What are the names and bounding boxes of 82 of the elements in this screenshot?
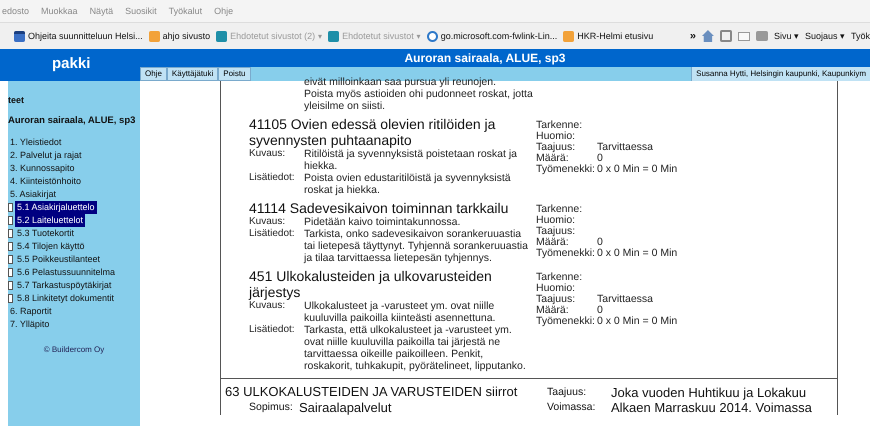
globe-icon xyxy=(426,30,438,42)
sidebar-item[interactable]: 1. Yleistiedot xyxy=(8,136,140,149)
field-label: Tarkenne: xyxy=(536,120,584,131)
sidebar-item[interactable]: 5.6 Pelastussuunnitelma xyxy=(15,266,118,279)
sidebar-item[interactable]: 5.3 Tuotekortit xyxy=(15,227,76,240)
sidebar-item[interactable]: 5.4 Tilojen käyttö xyxy=(15,240,87,253)
sidebar-item[interactable]: 6. Raportit xyxy=(8,305,140,318)
page-title: Auroran sairaala, ALUE, sp3 xyxy=(404,50,566,67)
field-value: Pidetään kaivo toimintakunnossa. xyxy=(304,216,462,228)
field-label: Voimassa: xyxy=(547,400,596,415)
field-value: Tarkista, onko sadevesikaivon sorankeruuastia tai lietepesä täyttynyt. Tyhjennä sorankeruuastia ja tilaa tarvittaessa lietepesän tyhjennys. xyxy=(304,228,529,264)
field-label: Tarkenne: xyxy=(536,204,584,215)
nav-button[interactable]: Poistu xyxy=(218,67,250,81)
task-title: 451 Ulkokalusteiden ja ulkovarusteiden järjestys xyxy=(249,268,493,300)
page-icon xyxy=(14,30,25,42)
sidebar-item[interactable]: 5.7 Tarkastuspöytäkirjat xyxy=(15,279,114,292)
field-label: Määrä: xyxy=(536,153,569,164)
field-value: Alkaen Marraskuu 2014. Voimassa xyxy=(611,400,812,415)
field-label: Kuvaus: xyxy=(249,148,286,161)
field-label: Työmenekki: xyxy=(536,316,596,327)
field-label: Kuvaus: xyxy=(249,300,286,313)
field-value: Tarvittaessa xyxy=(597,142,654,153)
sidebar-item[interactable]: 2. Palvelut ja rajat xyxy=(8,149,140,162)
field-value: Sairaalapalvelut xyxy=(299,400,392,415)
field-label: Työmenekki: xyxy=(536,248,596,259)
user-info: Susanna Hytti, Helsingin kaupunki, Kaupunkiym xyxy=(691,67,870,81)
field-label: Huomio: xyxy=(536,131,576,142)
toolbar-menu-button[interactable]: Työk xyxy=(850,31,870,41)
field-value: 0 x 0 Min = 0 Min xyxy=(597,316,678,327)
field-label: Määrä: xyxy=(536,237,569,248)
favorite-link[interactable]: HKR-Helmi etusivu xyxy=(563,30,654,42)
field-label: Tarkenne: xyxy=(536,272,584,283)
field-label: Taajuus: xyxy=(547,385,588,400)
field-label: Työmenekki: xyxy=(536,164,596,175)
favorite-link[interactable]: Ohjeita suunnitteluun Helsi... xyxy=(14,30,143,42)
field-label: Lisätiedot: xyxy=(249,228,296,241)
field-value: 0 xyxy=(597,237,603,248)
field-value: Ulkokalusteet ja -varusteet ym. ovat niille kuuluvilla paikoilla kiinteästi asennettuna. xyxy=(304,300,496,324)
sidebar-item[interactable]: 5.2 Laiteluettelot xyxy=(15,214,86,227)
field-label: Taajuus: xyxy=(536,226,576,237)
toolbar-menu-button[interactable]: Suojaus ▾ xyxy=(804,31,845,41)
site-name: Auroran sairaala, ALUE, sp3 xyxy=(8,115,136,126)
field-value: 0 x 0 Min = 0 Min xyxy=(597,248,678,259)
field-value: Ritilöistä ja syvennyksistä poistetaan roskat ja hiekka. xyxy=(304,148,518,172)
nav-button[interactable]: Ohje xyxy=(140,67,167,81)
sidebar-item[interactable]: 5.8 Linkitetyt dokumentit xyxy=(15,292,116,305)
field-label: Taajuus: xyxy=(536,294,576,305)
field-value: Joka vuoden Huhtikuu ja Lokakuu xyxy=(611,385,806,400)
description-text: eivät milloinkaan saa pursua yli reunojen. xyxy=(304,76,498,88)
field-label: Huomio: xyxy=(536,215,576,226)
home-icon[interactable] xyxy=(702,30,714,42)
sidebar-heading: teet xyxy=(8,95,26,105)
copyright: © Buildercom Oy xyxy=(42,345,106,354)
field-label: Kuvaus: xyxy=(249,216,286,228)
field-label: Määrä: xyxy=(536,305,569,316)
task-title: 41105 Ovien edessä olevien ritilöiden ja syvennysten puhtaanapito xyxy=(249,116,496,148)
section-title: 63 ULKOKALUSTEIDEN JA VARUSTEIDEN siirrot xyxy=(225,383,518,400)
field-value: Tarvittaessa xyxy=(597,294,654,305)
app-logo: pakki xyxy=(51,54,92,74)
favorite-link[interactable]: go.microsoft.com-fwlink-Lin... xyxy=(426,30,558,42)
sidebar-item[interactable]: 7. Ylläpito xyxy=(8,318,140,331)
favorite-link[interactable]: ahjo sivusto xyxy=(148,30,210,42)
more-favorites-button[interactable]: » xyxy=(690,30,696,42)
field-label: Sopimus: xyxy=(248,400,294,415)
sidebar-item[interactable]: 3. Kunnossapito xyxy=(8,162,140,175)
sidebar-item[interactable]: 4. Kiinteistönhoito xyxy=(8,175,140,188)
field-value: Tarkasta, että ulkokalusteet ja -varusteet ym. ovat niille kuuluvilla paikoilla tai järjestä ne tarvittaessa oikeille paikoilleen. Penkit, roskakorit, tuhkakupit, pyörätelineet, lipputanko. xyxy=(304,324,527,372)
field-label: Taajuus: xyxy=(536,142,576,153)
field-value: 0 x 0 Min = 0 Min xyxy=(597,164,678,175)
task-title: 41114 Sadevesikaivon toiminnan tarkkailu xyxy=(249,200,510,216)
field-value: 0 xyxy=(597,305,603,316)
description-text: Poista myös astioiden ohi pudonneet roskat, jotta yleisilme on siisti. xyxy=(304,88,533,112)
nav-button[interactable]: Käyttäjätuki xyxy=(166,67,218,81)
toolbar-menu-button[interactable]: Sivu ▾ xyxy=(774,31,799,41)
field-label: Lisätiedot: xyxy=(249,324,296,337)
field-value: Poista ovien edustaritilöistä ja syvennyksistä roskat ja hiekka. xyxy=(304,172,512,196)
sidebar-item[interactable]: 5.1 Asiakirjaluettelo xyxy=(15,201,97,214)
sidebar-item[interactable]: 5.5 Poikkeustilanteet xyxy=(15,253,102,266)
field-value: 0 xyxy=(597,153,603,164)
field-label: Lisätiedot: xyxy=(249,172,296,185)
field-label: Huomio: xyxy=(536,283,576,294)
sidebar-item[interactable]: 5. Asiakirjat xyxy=(8,188,140,201)
